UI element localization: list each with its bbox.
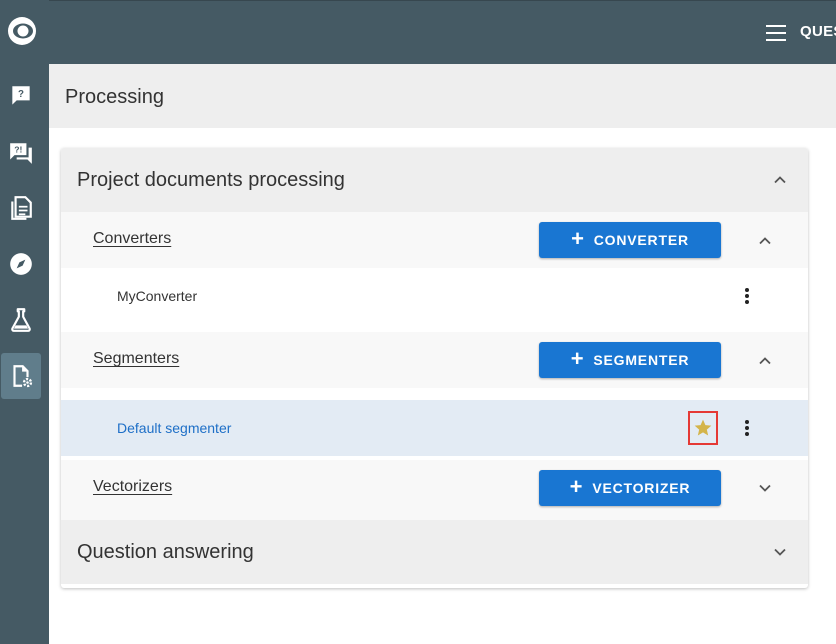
plus-icon: + <box>570 346 585 371</box>
menu-icon[interactable] <box>766 25 786 41</box>
plus-icon: + <box>569 474 584 499</box>
add-segmenter-button[interactable]: + SEGMENTER <box>539 342 721 378</box>
segmenter-item-label: Default segmenter <box>117 420 232 436</box>
chevron-up-icon[interactable] <box>758 236 772 245</box>
nav-discussions[interactable]: ?! <box>1 130 41 176</box>
add-vectorizer-label: VECTORIZER <box>592 480 691 496</box>
qa-panel-title: Question answering <box>77 541 254 563</box>
page-title: Processing <box>65 86 164 108</box>
file-settings-icon <box>13 365 33 388</box>
more-vert-icon[interactable] <box>745 420 749 436</box>
flask-icon <box>11 308 31 332</box>
nav-questions[interactable]: ? <box>1 73 41 119</box>
converter-item[interactable]: MyConverter <box>61 268 808 324</box>
chevron-down-icon[interactable] <box>773 548 787 557</box>
default-star-button[interactable] <box>688 411 718 445</box>
svg-text:?!: ?! <box>14 144 22 154</box>
documents-icon <box>11 196 32 220</box>
add-vectorizer-button[interactable]: + VECTORIZER <box>539 470 721 506</box>
documents-panel-header[interactable]: Project documents processing <box>61 148 808 212</box>
question-chat-icon: ? <box>12 86 30 105</box>
chevron-up-icon[interactable] <box>758 356 772 365</box>
qa-panel-header[interactable]: Question answering <box>61 520 808 584</box>
svg-text:?: ? <box>18 89 24 100</box>
documents-panel-title: Project documents processing <box>77 169 345 191</box>
nav-documents[interactable] <box>1 185 41 231</box>
sidebar: ? ?! <box>0 0 49 644</box>
top-bar: QUES <box>49 0 836 64</box>
forum-alert-icon: ?! <box>10 143 32 164</box>
converters-section: Converters + CONVERTER <box>61 212 808 268</box>
compass-icon <box>10 253 32 275</box>
chevron-up-icon[interactable] <box>773 175 787 184</box>
star-icon <box>694 419 712 436</box>
app-logo-icon[interactable] <box>5 14 39 48</box>
vectorizers-label[interactable]: Vectorizers <box>93 478 172 496</box>
segmenter-item[interactable]: Default segmenter <box>61 400 808 456</box>
app-title: QUES <box>800 23 836 40</box>
plus-icon: + <box>571 226 585 251</box>
nav-experiments[interactable] <box>1 297 41 343</box>
nav-processing[interactable] <box>1 353 41 399</box>
more-vert-icon[interactable] <box>745 288 749 304</box>
segmenters-section: Segmenters + SEGMENTER <box>61 332 808 388</box>
add-converter-button[interactable]: + CONVERTER <box>539 222 721 258</box>
nav-explore[interactable] <box>1 241 41 287</box>
converters-label[interactable]: Converters <box>93 230 171 248</box>
converter-item-label: MyConverter <box>117 288 198 304</box>
processing-panel: Project documents processing Converters … <box>61 148 808 588</box>
add-converter-label: CONVERTER <box>593 232 689 248</box>
vectorizers-section: Vectorizers + VECTORIZER <box>61 460 808 520</box>
chevron-down-icon[interactable] <box>758 484 772 493</box>
page-header: Processing <box>49 64 836 128</box>
segmenters-label[interactable]: Segmenters <box>93 350 179 368</box>
add-segmenter-label: SEGMENTER <box>593 352 690 368</box>
